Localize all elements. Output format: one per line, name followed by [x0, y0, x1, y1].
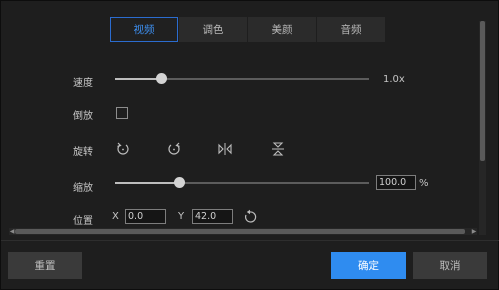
rotate-right-icon[interactable] — [165, 141, 183, 157]
scale-slider[interactable] — [115, 177, 369, 189]
position-x-input[interactable]: 0.0 — [125, 209, 166, 224]
video-edit-dialog: 视频 调色 美颜 音频 速度 1.0x 倒放 旋转 缩放 100.0 % 位置 … — [0, 0, 499, 290]
position-y-label: Y — [178, 211, 185, 222]
speed-slider-fill — [115, 78, 161, 80]
rotate-label: 旋转 — [73, 147, 93, 158]
scale-slider-fill — [115, 182, 179, 184]
tab-color[interactable]: 调色 — [179, 17, 247, 42]
speed-label: 速度 — [73, 78, 93, 89]
cancel-button[interactable]: 取消 — [413, 252, 487, 279]
settings-panel: 速度 1.0x 倒放 旋转 缩放 100.0 % 位置 X 0.0 Y 42.0 — [9, 51, 479, 229]
tab-audio[interactable]: 音频 — [317, 17, 385, 42]
reverse-label: 倒放 — [73, 111, 93, 122]
scale-input[interactable]: 100.0 — [376, 175, 416, 190]
position-y-input[interactable]: 42.0 — [192, 209, 233, 224]
tab-bar: 视频 调色 美颜 音频 — [110, 17, 386, 42]
horizontal-scrollbar[interactable]: ◀ ▶ — [9, 228, 477, 235]
horizontal-scrollbar-thumb[interactable] — [15, 229, 465, 234]
speed-value: 1.0x — [383, 74, 405, 85]
reverse-checkbox[interactable] — [116, 107, 128, 119]
reset-position-icon[interactable] — [241, 209, 259, 225]
position-label: 位置 — [73, 216, 93, 227]
vertical-scrollbar[interactable] — [479, 21, 486, 235]
scale-unit: % — [419, 178, 429, 189]
tab-video[interactable]: 视频 — [110, 17, 178, 42]
tab-beauty[interactable]: 美颜 — [248, 17, 316, 42]
scale-slider-thumb[interactable] — [173, 177, 185, 188]
footer-divider — [1, 240, 499, 241]
scale-label: 缩放 — [73, 183, 93, 194]
reset-button[interactable]: 重置 — [8, 252, 82, 279]
scroll-right-icon[interactable]: ▶ — [471, 228, 477, 235]
speed-slider[interactable] — [115, 73, 369, 85]
confirm-button[interactable]: 确定 — [331, 252, 406, 279]
flip-horizontal-icon[interactable] — [216, 141, 234, 157]
vertical-scrollbar-thumb[interactable] — [480, 21, 485, 161]
speed-slider-thumb[interactable] — [155, 73, 167, 84]
rotate-left-icon[interactable] — [114, 141, 132, 157]
position-x-label: X — [112, 211, 119, 222]
flip-vertical-icon[interactable] — [269, 141, 287, 157]
